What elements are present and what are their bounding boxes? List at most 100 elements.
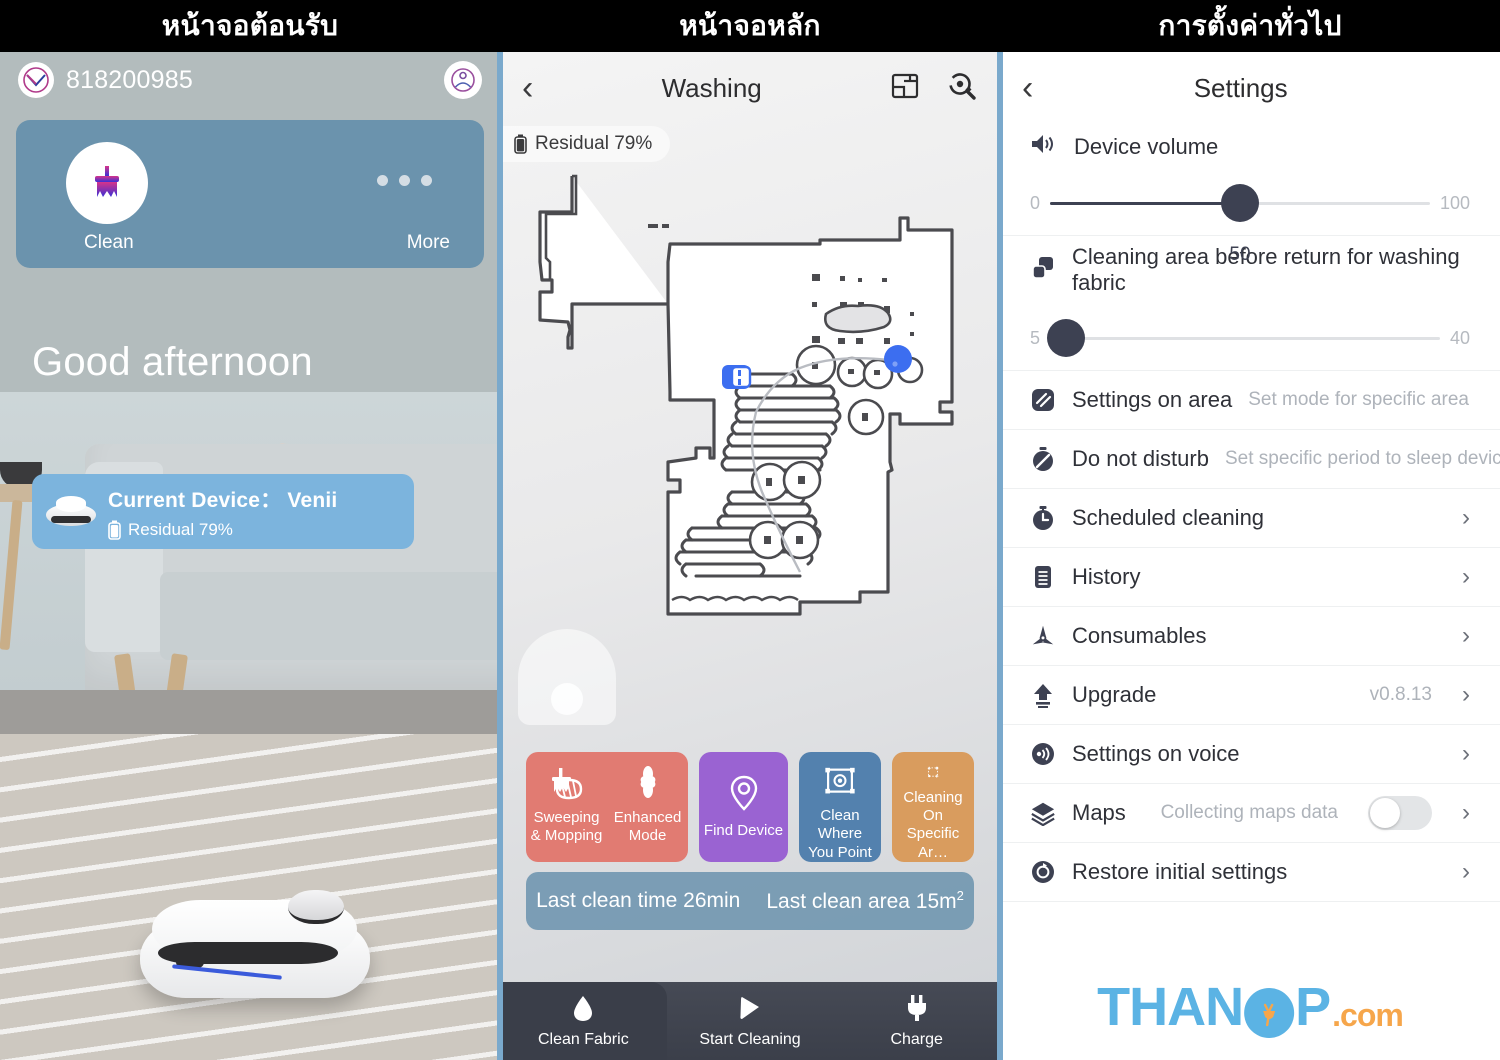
main-screen: ‹ Washing Residual 79% Sweeping & Moppin… [500,52,1000,1060]
setting-label: Restore initial settings [1072,859,1288,884]
area-settings-icon [1030,387,1056,413]
area-blocks-icon [1030,255,1056,286]
location-pin-icon [730,775,757,811]
last-clean-stats: Last clean time 26min Last clean area 15… [526,872,974,930]
volume-slider[interactable]: 0 50 100 [1030,181,1470,265]
greeting-text: Good afternoon [32,340,313,384]
battery-icon [108,520,121,540]
back-chevron-icon[interactable]: ‹ [1022,71,1033,105]
panel-settings: การตั้งค่าทั่วไป ‹ Settings Device volum… [1000,0,1500,1060]
residual-badge: Residual 79% [500,126,671,162]
sofa-seat [160,572,500,660]
back-chevron-icon[interactable]: ‹ [522,71,533,105]
thanop-watermark: THAN P .com [1097,976,1404,1038]
caption-main: หน้าจอหลัก [500,0,1000,52]
setting-row-settings-on-voice[interactable]: Settings on voice › [1000,725,1500,784]
main-header: ‹ Washing [500,52,1000,124]
quick-action-sweeping-mopping[interactable]: Sweeping & Mopping Enhanced Mode [526,752,689,862]
cleaning-map[interactable] [500,162,1000,750]
setting-hint-version: v0.8.13 [1369,684,1432,705]
broom-mop-icon [551,768,582,800]
user-avatar-icon[interactable] [444,61,482,99]
watermark-plug-o-icon [1244,988,1295,1038]
quick-actions: Sweeping & Mopping Enhanced Mode Find De… [526,752,975,862]
fan-icon [640,766,655,798]
quick-action-cleaning-on-specific-area[interactable]: Cleaning On Specific Ar… [891,752,975,862]
more-label: More [406,232,450,253]
setting-row-consumables[interactable]: Consumables › [1000,607,1500,666]
slider-value: 50 [1229,243,1251,265]
tab-clean-fabric[interactable]: Clean Fabric [500,982,667,1060]
panel-welcome: หน้าจอต้อนรับ 818200985 Clean More Good … [0,0,500,1060]
setting-label: Settings on voice [1072,741,1240,766]
cleaning-area-slider[interactable]: 5 40 [1030,316,1470,360]
panel-divider [997,52,1003,1060]
slider-knob[interactable] [1220,183,1259,222]
quick-action-sweeping[interactable]: Sweeping & Mopping [526,752,607,862]
setting-hint: Set mode for specific area [1248,389,1469,410]
setting-row-maps[interactable]: Maps Collecting maps data › [1000,784,1500,843]
venii-logo-icon [18,62,54,98]
slider-track[interactable]: 50 [1050,183,1430,265]
chevron-right-icon: › [1462,681,1470,708]
current-device-card[interactable]: Current Device： Venii Residual 79% [32,474,414,549]
watermark-than: THAN [1097,977,1244,1037]
user-id-label: 818200985 [66,65,193,94]
clean-card[interactable]: Clean More [16,120,484,268]
slider-min: 5 [1030,327,1041,348]
tab-label: Clean Fabric [537,1030,629,1048]
welcome-topbar: 818200985 [0,52,500,108]
setting-row-restore-initial-settings[interactable]: Restore initial settings › [1000,843,1500,902]
quick-action-label: Find Device [703,822,784,839]
maps-toggle[interactable] [1368,796,1432,830]
chevron-right-icon: › [1462,740,1470,767]
setting-row-do-not-disturb[interactable]: Do not disturb Set specific period to sl… [1000,430,1500,489]
setting-row-upgrade[interactable]: Upgrade v0.8.13 › [1000,666,1500,725]
panel-divider [497,52,503,1060]
setting-row-history[interactable]: History › [1000,548,1500,607]
settings-screen: ‹ Settings Device volume 0 50 100 Cleani… [1000,52,1500,1060]
speaker-volume-icon [1030,132,1058,161]
setting-label: History [1072,564,1141,589]
device-battery: Residual 79% [108,520,337,540]
more-dots-icon[interactable] [377,175,432,186]
tab-charge[interactable]: Charge [833,982,1000,1060]
robot-thumb-icon [38,492,104,532]
restore-refresh-icon [1030,859,1056,885]
setting-label: Maps [1072,800,1126,825]
timer-icon [1030,505,1056,531]
device-name: Current Device： Venii [108,488,338,512]
voice-waves-icon [1030,741,1056,767]
slider-track[interactable] [1046,318,1440,357]
tab-start-cleaning[interactable]: Start Cleaning [667,982,834,1060]
broom-icon [66,142,148,224]
quick-action-clean-where-you-point[interactable]: Clean Where You Point [798,752,881,862]
setting-label: Upgrade [1072,682,1157,707]
tab-label: Start Cleaning [699,1030,801,1048]
find-robot-icon[interactable] [946,70,978,107]
quick-action-enhanced-mode[interactable]: Enhanced Mode [607,752,688,862]
floor-plan-icon[interactable] [890,71,920,106]
three-panel-screenshot: หน้าจอต้อนรับ 818200985 Clean More Good … [0,0,1500,1060]
setting-hint: Set specific period to sleep device [1224,448,1500,469]
page-title: Washing [661,72,762,103]
setting-row-scheduled-cleaning[interactable]: Scheduled cleaning › [1000,489,1500,548]
clean-label: Clean [84,232,134,253]
last-clean-area: Last clean area 15m2 [766,888,964,913]
caption-settings: การตั้งค่าทั่วไป [1000,0,1500,52]
setting-row-settings-on-area[interactable]: Settings on area Set mode for specific a… [1000,371,1500,430]
settings-header: ‹ Settings [1000,52,1500,124]
slider-min: 0 [1030,192,1041,213]
bottom-tabbar: Clean Fabric Start Cleaning Charge [500,982,1000,1060]
chevron-right-icon: › [1462,504,1470,531]
chevron-right-icon: › [1462,799,1470,826]
quick-action-find-device[interactable]: Find Device [699,752,788,862]
upload-arrow-icon [1030,682,1056,708]
consumables-brush-icon [1030,623,1056,649]
setting-label: Scheduled cleaning [1072,505,1265,530]
map-layers-icon [1030,800,1056,826]
plug-icon [907,994,926,1021]
setting-hint: Collecting maps data [1160,802,1338,823]
last-clean-time: Last clean time 26min [536,889,741,912]
slider-knob[interactable] [1046,318,1085,357]
